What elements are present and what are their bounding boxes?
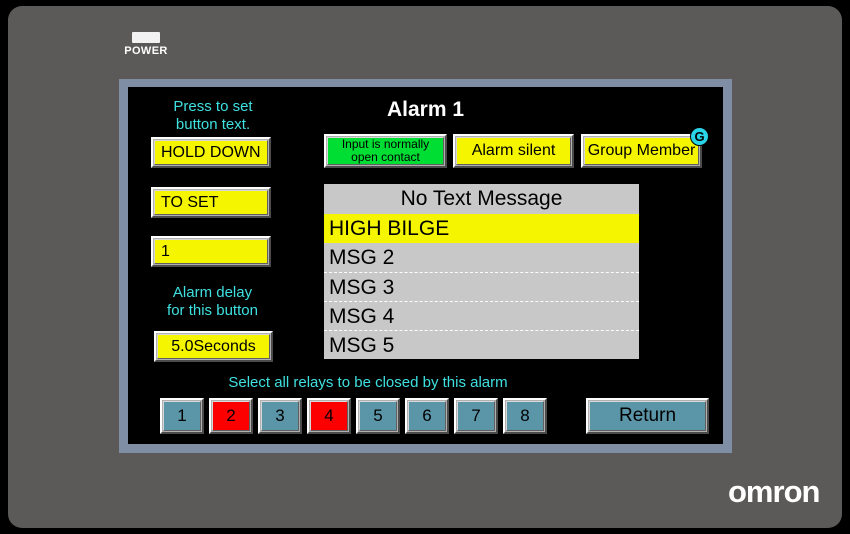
brand-logo: omron xyxy=(728,474,820,509)
relay-button-6[interactable]: 6 xyxy=(405,398,449,434)
relay-button-4[interactable]: 4 xyxy=(307,398,351,434)
message-list[interactable]: No Text Message HIGH BILGE MSG 2 MSG 3 M… xyxy=(324,184,639,359)
alarm-delay-value-button[interactable]: 5.0Seconds xyxy=(154,331,273,362)
relay-button-2[interactable]: 2 xyxy=(209,398,253,434)
press-to-set-line1: Press to set xyxy=(173,98,253,115)
list-item[interactable]: MSG 2 xyxy=(324,243,639,272)
relay-button-2-label: 2 xyxy=(212,401,250,431)
group-member-button[interactable]: Group Member xyxy=(581,134,702,168)
relay-button-8[interactable]: 8 xyxy=(503,398,547,434)
relay-button-3-label: 3 xyxy=(261,401,299,431)
relay-button-4-label: 4 xyxy=(310,401,348,431)
power-label: POWER xyxy=(124,45,168,57)
alarm-silent-label: Alarm silent xyxy=(456,137,571,165)
alarm-delay-line1: Alarm delay xyxy=(172,284,253,301)
alarm-delay-line2: for this button xyxy=(167,302,258,319)
button-text-line-2-label: TO SET xyxy=(154,190,268,215)
relay-button-3[interactable]: 3 xyxy=(258,398,302,434)
group-badge-icon[interactable]: G xyxy=(690,127,709,146)
press-to-set-line2: button text. xyxy=(175,116,251,133)
button-text-line-1[interactable]: HOLD DOWN xyxy=(151,137,271,168)
button-text-line-1-label: HOLD DOWN xyxy=(154,140,268,165)
relay-button-1-label: 1 xyxy=(163,401,201,431)
alarm-delay-label: Alarm delay for this button xyxy=(140,284,285,320)
list-item[interactable]: MSG 5 xyxy=(324,330,639,359)
relay-button-8-label: 8 xyxy=(506,401,544,431)
button-text-line-3[interactable]: 1 xyxy=(151,236,271,267)
relay-button-6-label: 6 xyxy=(408,401,446,431)
relay-button-7[interactable]: 7 xyxy=(454,398,498,434)
input-contact-mode-button[interactable]: Input is normally open contact xyxy=(324,134,447,168)
relay-button-7-label: 7 xyxy=(457,401,495,431)
message-list-header: No Text Message xyxy=(324,184,639,214)
relay-button-1[interactable]: 1 xyxy=(160,398,204,434)
alarm-silent-button[interactable]: Alarm silent xyxy=(453,134,574,168)
list-item[interactable]: HIGH BILGE xyxy=(324,214,639,243)
return-button[interactable]: Return xyxy=(586,398,709,434)
return-button-label: Return xyxy=(589,401,706,431)
button-text-line-3-label: 1 xyxy=(154,239,268,264)
list-item[interactable]: MSG 4 xyxy=(324,301,639,330)
relay-button-5-label: 5 xyxy=(359,401,397,431)
input-contact-mode-label: Input is normally open contact xyxy=(327,137,444,165)
press-to-set-label: Press to set button text. xyxy=(138,98,288,134)
input-contact-line2: open contact xyxy=(351,150,420,164)
hmi-screen: Alarm 1 Press to set button text. HOLD D… xyxy=(128,87,723,444)
alarm-delay-value: 5.0Seconds xyxy=(157,334,270,359)
button-text-line-2[interactable]: TO SET xyxy=(151,187,271,218)
group-member-label: Group Member xyxy=(584,137,699,165)
select-relays-label: Select all relays to be closed by this a… xyxy=(228,374,508,391)
power-indicator: POWER xyxy=(118,32,174,57)
power-led-icon xyxy=(132,32,160,43)
relay-button-5[interactable]: 5 xyxy=(356,398,400,434)
list-item[interactable]: MSG 3 xyxy=(324,272,639,301)
screen-frame: Alarm 1 Press to set button text. HOLD D… xyxy=(119,79,732,453)
